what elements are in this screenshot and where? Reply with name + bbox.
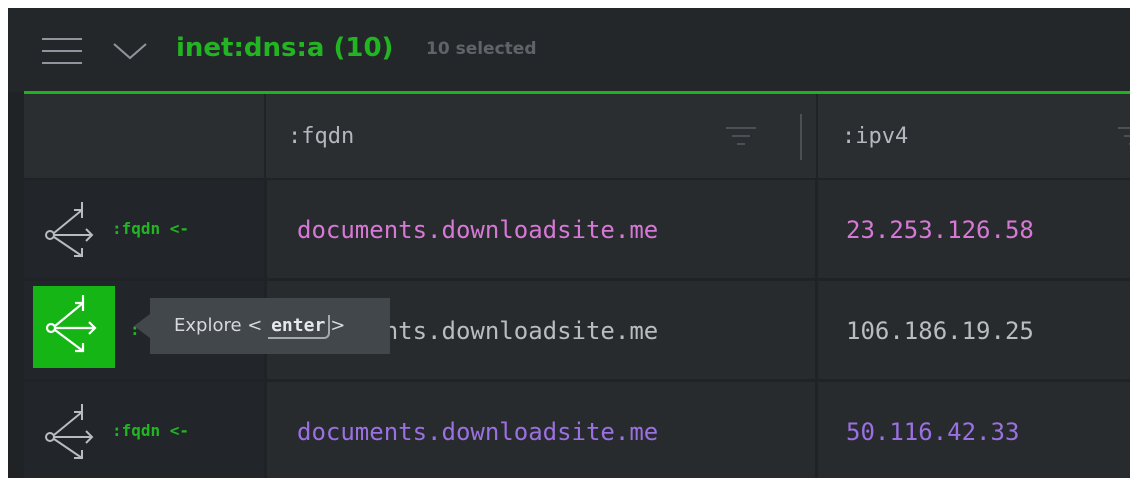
- explore-tooltip: Explore < enter >: [134, 298, 390, 354]
- tooltip-suffix: >: [330, 315, 346, 336]
- pivot-label[interactable]: :fqdn <-: [112, 419, 189, 443]
- column-label-ipv4: :ipv4: [842, 124, 909, 149]
- ipv4-value[interactable]: 23.253.126.58: [846, 214, 1034, 246]
- ipv4-value[interactable]: 50.116.42.33: [846, 416, 1019, 448]
- filter-icon[interactable]: [1118, 127, 1130, 147]
- pivot-label[interactable]: :fqdn <-: [112, 217, 189, 241]
- fqdn-cell: documents.downloadsite.me: [267, 180, 818, 278]
- fqdn-cell: documents.downloadsite.me: [267, 382, 818, 478]
- explore-icon[interactable]: [42, 398, 102, 464]
- explore-icon[interactable]: [42, 196, 102, 262]
- tooltip-prefix: Explore <: [174, 315, 263, 336]
- selection-count: 10 selected: [426, 39, 537, 59]
- filter-icon[interactable]: [726, 127, 756, 147]
- tooltip-arrow: [134, 314, 150, 338]
- explore-icon: [45, 295, 97, 353]
- tooltip-key: enter: [268, 315, 331, 339]
- ipv4-cell: 50.116.42.33: [818, 382, 1130, 478]
- row-actions-cell: :fqdn <-: [24, 180, 267, 278]
- table-row[interactable]: :fqdn <- documents.downloadsite.me 50.11…: [8, 382, 1130, 478]
- fqdn-value[interactable]: documents.downloadsite.me: [297, 416, 658, 448]
- ipv4-value[interactable]: 106.186.19.25: [846, 315, 1034, 347]
- row-actions-cell: :fqdn <-: [24, 382, 267, 478]
- tooltip-body: Explore < enter >: [150, 298, 390, 354]
- query-results-panel: inet:dns:a (10) 10 selected :fqdn :ipv4: [8, 8, 1130, 478]
- tooltip-text: Explore < enter >: [174, 314, 346, 339]
- results-header: inet:dns:a (10) 10 selected: [8, 8, 1130, 92]
- ipv4-cell: 23.253.126.58: [818, 180, 1130, 278]
- column-header-fqdn[interactable]: :fqdn: [266, 94, 818, 178]
- fqdn-value[interactable]: documents.downloadsite.me: [297, 214, 658, 246]
- column-resize-handle[interactable]: [800, 114, 802, 160]
- explore-button[interactable]: [33, 286, 115, 368]
- table-row[interactable]: :fqdn <- documents.downloadsite.me 23.25…: [8, 180, 1130, 278]
- column-header-ipv4[interactable]: :ipv4: [818, 94, 1130, 178]
- hamburger-menu-icon[interactable]: [42, 36, 82, 66]
- chevron-down-icon[interactable]: [110, 36, 150, 66]
- result-form-title: inet:dns:a (10): [176, 33, 394, 63]
- column-header-actions: [24, 94, 266, 178]
- ipv4-cell: 106.186.19.25: [818, 281, 1130, 379]
- column-label-fqdn: :fqdn: [288, 124, 355, 149]
